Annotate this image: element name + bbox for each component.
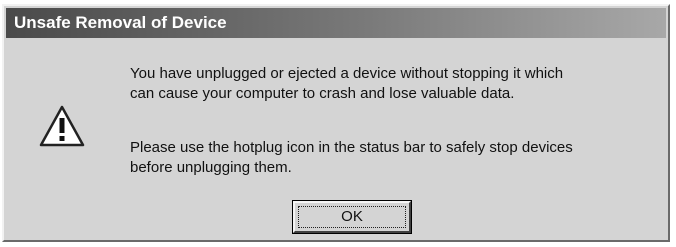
message-paragraph-1: You have unplugged or ejected a device w… <box>130 64 650 104</box>
title-bar[interactable]: Unsafe Removal of Device <box>6 8 666 38</box>
message-paragraph-2: Please use the hotplug icon in the statu… <box>130 138 650 178</box>
dialog-title: Unsafe Removal of Device <box>14 13 227 32</box>
message-line: can cause your computer to crash and los… <box>130 85 515 102</box>
unsafe-removal-dialog: Unsafe Removal of Device You have unplug… <box>2 4 670 242</box>
ok-button[interactable]: OK <box>292 200 412 234</box>
message-line: before unplugging them. <box>130 159 292 176</box>
warning-icon <box>38 104 86 148</box>
message-line: Please use the hotplug icon in the statu… <box>130 139 573 156</box>
ok-button-label: OK <box>341 208 363 225</box>
message-line: You have unplugged or ejected a device w… <box>130 65 564 82</box>
